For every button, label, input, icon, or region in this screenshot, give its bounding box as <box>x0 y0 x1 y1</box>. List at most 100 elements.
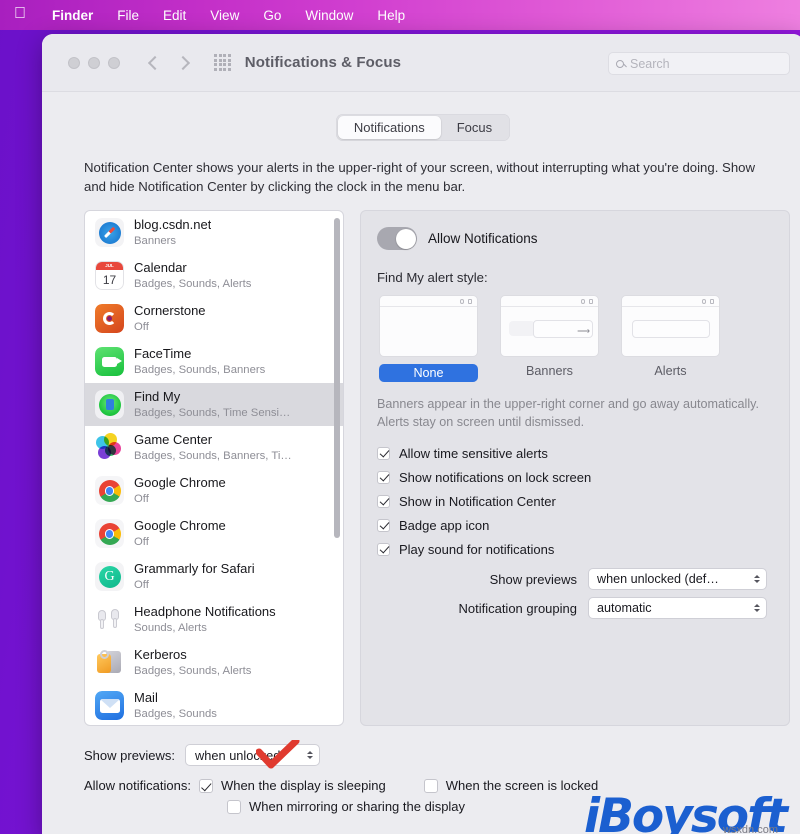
app-list-item[interactable]: blog.csdn.net Banners <box>85 211 343 254</box>
zoom-button[interactable] <box>108 56 120 69</box>
menu-item-window[interactable]: Window <box>293 8 365 23</box>
app-list-item[interactable]: Google Chrome Off <box>85 469 343 512</box>
toggle-knob <box>395 228 416 249</box>
content-panes: blog.csdn.net Banners JUL 17 Calendar Badges,… <box>84 210 790 727</box>
app-list-item-text: blog.csdn.net Banners <box>134 217 211 248</box>
show-previews-select[interactable]: when unlocked (def… <box>588 568 767 591</box>
cornerstone-icon <box>95 304 124 334</box>
back-icon[interactable] <box>147 55 163 70</box>
menu-item-help[interactable]: Help <box>365 8 417 23</box>
alert-style-options: None ⟶ Banners Alerts <box>377 295 773 383</box>
search-placeholder: Search <box>630 56 670 71</box>
bottom-show-previews-select[interactable]: when unlocked <box>185 744 321 767</box>
option-mirroring-checkbox[interactable] <box>227 799 241 814</box>
app-name: Google Chrome <box>134 475 226 491</box>
menu-item-file[interactable]: File <box>105 8 151 23</box>
detail-checkbox[interactable] <box>377 518 390 532</box>
alert-style-alerts-label: Alerts <box>654 364 687 379</box>
show-all-grid-icon[interactable] <box>214 54 231 71</box>
detail-checkbox-list: Allow time sensitive alerts Show notifica… <box>377 441 773 561</box>
notification-grouping-row: Notification grouping automatic <box>377 597 773 620</box>
window-title: Notifications & Focus <box>244 54 402 71</box>
app-alert-summary: Badges, Sounds, Banners <box>134 363 266 376</box>
app-alert-summary: Badges, Sounds, Alerts <box>134 277 252 290</box>
apple-logo-icon[interactable]:  <box>6 6 40 24</box>
kerberos-icon <box>95 648 124 677</box>
preview-battery-icon <box>710 298 714 305</box>
app-list-item[interactable]: Google Chrome Off <box>85 512 343 555</box>
app-list-item-text: Game Center Badges, Sounds, Banners, Ti… <box>134 432 292 463</box>
bottom-show-previews-row: Show previews: when unlocked <box>84 742 800 768</box>
option-display-sleeping-checkbox[interactable] <box>198 778 213 793</box>
option-display-sleeping[interactable]: When the display is sleeping <box>198 778 386 793</box>
tab-notifications[interactable]: Notifications <box>337 116 441 139</box>
detail-checkbox-label: Play sound for notifications <box>399 541 555 557</box>
option-mirroring[interactable]: When mirroring or sharing the display <box>227 799 465 814</box>
alert-style-none[interactable]: None <box>379 295 478 383</box>
alert-style-banners[interactable]: ⟶ Banners <box>500 295 599 382</box>
menu-item-edit[interactable]: Edit <box>151 8 198 23</box>
calendar-icon: JUL 17 <box>95 261 124 291</box>
notification-grouping-label: Notification grouping <box>458 600 577 616</box>
safari-icon <box>95 218 124 248</box>
menu-item-finder[interactable]: Finder <box>40 8 105 23</box>
alert-style-none-label: None <box>379 364 478 383</box>
app-list-item[interactable]: Kerberos Badges, Sounds, Alerts <box>85 641 343 684</box>
preview-alert-box <box>632 320 710 339</box>
alert-preview-none <box>379 295 478 358</box>
alert-style-alerts[interactable]: Alerts <box>621 295 720 382</box>
app-list-item-text: Cornerstone Off <box>134 303 206 334</box>
option-screen-locked[interactable]: When the screen is locked <box>423 778 598 793</box>
chevron-updown-icon <box>754 575 760 584</box>
detail-checkbox-label: Show in Notification Center <box>399 493 556 509</box>
app-list[interactable]: blog.csdn.net Banners JUL 17 Calendar Badges,… <box>84 210 344 727</box>
app-list-item-text: FaceTime Badges, Sounds, Banners <box>134 346 265 377</box>
allow-notifications-toggle[interactable] <box>377 227 417 251</box>
app-alert-summary: Badges, Sounds, Alerts <box>134 664 252 677</box>
preview-search-icon <box>701 299 706 304</box>
app-list-item[interactable]: Mail Badges, Sounds <box>85 684 343 725</box>
app-list-item-text: Google Chrome Off <box>134 475 226 506</box>
detail-checkbox-row[interactable]: Allow time sensitive alerts <box>377 441 773 465</box>
close-button[interactable] <box>68 56 80 69</box>
app-list-item[interactable]: Game Center Badges, Sounds, Banners, Ti… <box>85 426 343 469</box>
preview-search-icon <box>459 299 464 304</box>
show-previews-row: Show previews when unlocked (def… <box>377 568 773 591</box>
app-name: Kerberos <box>134 647 187 663</box>
detail-checkbox-row[interactable]: Show in Notification Center <box>377 489 773 513</box>
app-name: Cornerstone <box>134 303 206 319</box>
forward-icon[interactable] <box>175 55 191 70</box>
menu-item-view[interactable]: View <box>198 8 251 23</box>
detail-checkbox-row[interactable]: Badge app icon <box>377 513 773 537</box>
detail-checkbox[interactable] <box>377 446 390 460</box>
findmy-icon <box>95 390 124 420</box>
app-list-item[interactable]: JUL 17 Calendar Badges, Sounds, Alerts <box>85 254 343 297</box>
detail-checkbox[interactable] <box>377 470 390 484</box>
option-screen-locked-checkbox[interactable] <box>423 778 438 793</box>
search-input[interactable]: Search <box>608 52 790 75</box>
tab-focus[interactable]: Focus <box>441 116 508 139</box>
chevron-updown-icon <box>754 604 760 613</box>
detail-checkbox[interactable] <box>377 494 390 508</box>
app-list-item[interactable]: Headphone Notifications Sounds, Alerts <box>85 598 343 641</box>
minimize-button[interactable] <box>88 56 100 69</box>
detail-checkbox[interactable] <box>377 542 390 556</box>
app-list-item[interactable]: G Grammarly for Safari Off <box>85 555 343 598</box>
app-list-item[interactable]: FaceTime Badges, Sounds, Banners <box>85 340 343 383</box>
show-previews-value: when unlocked (def… <box>597 572 719 587</box>
menu-item-go[interactable]: Go <box>251 8 293 23</box>
mail-icon <box>95 691 124 721</box>
app-name: Mail <box>134 690 158 706</box>
app-list-item-text: Find My Badges, Sounds, Time Sensi… <box>134 389 290 420</box>
app-list-item[interactable]: Cornerstone Off <box>85 297 343 340</box>
menu-bar:  Finder File Edit View Go Window Help <box>0 0 800 30</box>
navigation-buttons <box>147 55 191 70</box>
app-list-item[interactable]: Find My Badges, Sounds, Time Sensi… <box>85 383 343 427</box>
detail-checkbox-row[interactable]: Play sound for notifications <box>377 537 773 561</box>
notification-grouping-select[interactable]: automatic <box>588 597 767 620</box>
scrollbar-thumb[interactable] <box>334 218 340 539</box>
app-name: Headphone Notifications <box>134 604 276 620</box>
detail-checkbox-row[interactable]: Show notifications on lock screen <box>377 465 773 489</box>
app-list-scrollbar[interactable] <box>334 216 340 722</box>
banner-description: Banners appear in the upper-right corner… <box>377 397 759 429</box>
